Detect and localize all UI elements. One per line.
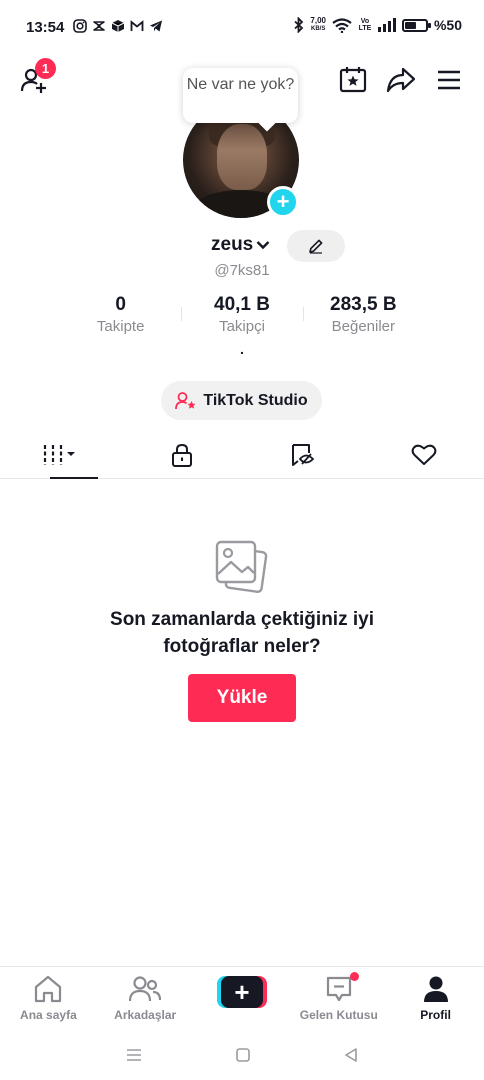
stat-value: 40,1 B xyxy=(214,294,270,315)
system-navigation-bar xyxy=(0,1030,484,1080)
bottom-navigation: Ana sayfa Arkadaşlar + Gelen Kutusu Prof… xyxy=(0,966,484,1028)
stat-label: Takipçi xyxy=(219,318,265,335)
wifi-icon xyxy=(332,17,352,33)
pencil-icon xyxy=(309,239,323,254)
status-tooltip[interactable]: Ne var ne yok? xyxy=(183,68,298,123)
heart-icon xyxy=(411,444,436,465)
box-icon xyxy=(111,20,125,32)
nav-friends[interactable]: Arkadaşlar xyxy=(97,967,194,1028)
chevron-down-icon xyxy=(256,241,270,250)
tab-videos[interactable] xyxy=(0,432,121,479)
plus-icon: + xyxy=(276,189,290,214)
stat-likes[interactable]: 283,5 B Beğeniler xyxy=(302,294,424,338)
upload-button[interactable]: Yükle xyxy=(188,674,296,722)
tooltip-text: Ne var ne yok? xyxy=(186,76,295,93)
stat-following[interactable]: 0 Takipte xyxy=(60,294,181,338)
battery-percent: %50 xyxy=(433,17,462,33)
user-handle: @7ks81 xyxy=(214,262,270,279)
photos-icon xyxy=(215,540,268,593)
back-triangle-icon[interactable] xyxy=(343,1047,359,1063)
network-speed-value: 7,00 xyxy=(310,16,326,25)
share-icon xyxy=(386,67,416,93)
nav-create[interactable]: + xyxy=(194,967,291,1028)
stat-followers[interactable]: 40,1 B Takipçi xyxy=(181,294,302,338)
create-button[interactable]: + xyxy=(216,976,267,1008)
bio-text: . xyxy=(240,341,244,357)
status-time: 13:54 xyxy=(26,19,65,36)
stat-label: Takipte xyxy=(96,318,145,335)
tiktok-studio-button[interactable]: TikTok Studio xyxy=(161,381,322,420)
calendar-star-icon xyxy=(339,67,367,93)
volte-indicator: Vo LTE xyxy=(358,18,372,32)
telegram-icon xyxy=(150,20,162,32)
friend-request-badge: 1 xyxy=(35,58,56,79)
inbox-notification-dot xyxy=(349,972,359,981)
stat-label: Beğeniler xyxy=(331,318,396,335)
stat-value: 0 xyxy=(115,294,126,315)
share-profile-button[interactable] xyxy=(386,66,416,94)
tab-reposts[interactable] xyxy=(242,432,363,478)
username-switcher[interactable]: zeus xyxy=(211,234,270,256)
nav-inbox-label: Gelen Kutusu xyxy=(299,1008,378,1022)
profile-icon xyxy=(423,976,448,1002)
add-story-button[interactable]: + xyxy=(267,186,299,218)
tab-liked[interactable] xyxy=(363,432,484,478)
capcut-icon xyxy=(93,21,105,31)
menu-icon xyxy=(438,70,460,90)
username: zeus xyxy=(211,234,254,255)
bluetooth-icon xyxy=(294,17,304,33)
tab-private[interactable] xyxy=(121,432,242,478)
plus-icon: + xyxy=(220,976,263,1008)
gmail-icon xyxy=(130,20,144,31)
calendar-button[interactable] xyxy=(339,66,367,94)
lock-icon xyxy=(171,443,192,467)
empty-state-title: Son zamanlarda çektiğiniz iyi fotoğrafla… xyxy=(110,609,374,657)
nav-home[interactable]: Ana sayfa xyxy=(0,967,97,1028)
instagram-icon xyxy=(73,19,87,33)
network-speed: 7,00 KB/S xyxy=(310,17,326,33)
inbox-icon xyxy=(326,976,351,1002)
hidden-repost-icon xyxy=(291,444,314,466)
friends-icon xyxy=(129,976,162,1002)
edit-profile-button[interactable] xyxy=(287,230,345,262)
menu-button[interactable] xyxy=(436,68,462,92)
nav-profile[interactable]: Profil xyxy=(387,967,484,1028)
network-speed-unit: KB/S xyxy=(311,26,326,32)
status-right: 7,00 KB/S Vo LTE %50 xyxy=(294,17,462,33)
nav-inbox[interactable]: Gelen Kutusu xyxy=(290,967,387,1028)
profile-stats: 0 Takipte 40,1 B Takipçi 283,5 B Beğenil… xyxy=(60,294,424,338)
stat-value: 283,5 B xyxy=(330,294,397,315)
profile-content-tabs xyxy=(0,432,484,479)
username-row: zeus xyxy=(0,230,484,262)
notification-icons xyxy=(73,19,163,33)
nav-home-label: Ana sayfa xyxy=(20,1008,77,1022)
recents-menu-icon[interactable] xyxy=(125,1048,143,1062)
home-icon xyxy=(35,975,62,1003)
user-star-icon xyxy=(175,391,196,409)
nav-profile-label: Profil xyxy=(420,1008,451,1022)
nav-friends-label: Arkadaşlar xyxy=(114,1008,177,1022)
studio-label: TikTok Studio xyxy=(203,391,308,409)
status-bar: 13:54 7,00 KB/S Vo LTE %50 xyxy=(0,0,484,56)
battery-icon xyxy=(401,18,431,32)
signal-icon xyxy=(377,18,396,32)
videos-grid-icon xyxy=(43,445,75,465)
home-square-icon[interactable] xyxy=(235,1047,251,1063)
add-friend-button[interactable]: 1 xyxy=(20,58,56,94)
